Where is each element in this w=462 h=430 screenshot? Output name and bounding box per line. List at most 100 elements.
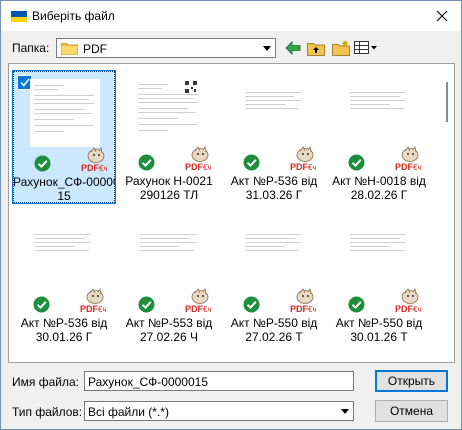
view-menu-button[interactable]: [353, 38, 379, 58]
file-open-dialog: Виберіть файл Папка: PDF PDF €ч Рахунок_…: [0, 0, 462, 430]
close-icon: [436, 10, 448, 22]
back-arrow-icon: [285, 41, 301, 55]
file-name-line-1: Акт №Р-536 від: [20, 316, 108, 330]
document-thumbnail: [134, 220, 204, 288]
new-folder-button[interactable]: [330, 38, 352, 58]
svg-text:PDF: PDF: [80, 304, 99, 314]
svg-text:€ч: €ч: [413, 305, 421, 314]
filename-value: Рахунок_СФ-0000015: [88, 375, 209, 389]
chevron-down-icon: [341, 408, 349, 414]
back-button[interactable]: [283, 38, 303, 58]
file-name-line-1: Рахунок Н-0021: [125, 174, 213, 188]
sync-ok-icon: [33, 296, 50, 313]
sync-ok-icon: [243, 154, 260, 171]
window-title: Виберіть файл: [32, 9, 115, 23]
pdf-file-icon: PDF €ч: [80, 288, 106, 314]
file-name-label: Акт №Р-550 від 27.02.26 Т: [222, 316, 326, 344]
file-name-label: Рахунок Н-0021 290126 ТЛ: [117, 174, 221, 202]
file-name-line-1: Акт №Р-550 від: [335, 316, 423, 330]
file-name-label: Акт №Н-0018 від 28.02.26 Г: [327, 174, 431, 202]
ukraine-flag-icon: [11, 11, 27, 22]
file-name-line-2: 290126 ТЛ: [139, 188, 199, 202]
file-item[interactable]: PDF €ч Акт №Р-553 від 27.02.26 Ч: [117, 212, 221, 346]
file-item[interactable]: PDF €ч Акт №Н-0018 від 28.02.26 Г: [327, 70, 431, 204]
filetype-dropdown-button[interactable]: [337, 402, 353, 420]
file-name-line-1: Акт №Н-0018 від: [332, 174, 426, 188]
pdf-file-icon: PDF €ч: [185, 146, 211, 172]
file-name-line-2: 27.02.26 Ч: [139, 330, 199, 344]
file-name-label: Рахунок_СФ-00000 15: [13, 175, 115, 203]
svg-text:PDF: PDF: [81, 163, 100, 173]
file-name-line-2: 30.01.26 Т: [350, 330, 408, 344]
file-item[interactable]: PDF €ч Акт №Р-550 від 27.02.26 Т: [222, 212, 326, 346]
file-name-line-2: 31.03.26 Г: [245, 188, 303, 202]
filetype-label: Тип файлов:: [12, 405, 83, 419]
pdf-file-icon: PDF €ч: [290, 146, 316, 172]
open-button[interactable]: Открыть: [375, 370, 448, 392]
folder-combobox[interactable]: PDF: [56, 38, 276, 58]
sync-ok-icon: [138, 296, 155, 313]
pdf-file-icon: PDF €ч: [185, 288, 211, 314]
svg-text:PDF: PDF: [395, 162, 414, 172]
file-item[interactable]: PDF €ч Рахунок Н-0021 290126 ТЛ: [117, 70, 221, 204]
qr-code-icon: [184, 80, 198, 94]
file-name-label: Акт №Р-536 від 30.01.26 Г: [12, 316, 116, 344]
file-item[interactable]: PDF €ч Акт №Р-536 від 30.01.26 Г: [12, 212, 116, 346]
file-name-line-1: Рахунок_СФ-00000: [13, 175, 115, 189]
pdf-file-icon: PDF €ч: [290, 288, 316, 314]
document-thumbnail: [30, 79, 100, 147]
file-name-label: Акт №Р-536 від 31.03.26 Г: [222, 174, 326, 202]
document-thumbnail: [344, 78, 414, 146]
document-thumbnail: [29, 220, 99, 288]
view-menu-icon: [354, 41, 377, 54]
filetype-value: Всі файли (*.*): [88, 405, 169, 419]
file-item[interactable]: PDF €ч Акт №Р-550 від 30.01.26 Т: [327, 212, 431, 346]
document-thumbnail: [344, 220, 414, 288]
pdf-file-icon: PDF €ч: [395, 146, 421, 172]
file-name-line-1: Акт №Р-550 від: [230, 316, 318, 330]
document-thumbnail: [239, 78, 309, 146]
file-list-view[interactable]: PDF €ч Рахунок_СФ-00000 15 PDF €ч Рахунок Н-00…: [8, 63, 455, 363]
file-name-line-2: 15: [57, 189, 71, 203]
filename-label: Имя файла:: [12, 375, 79, 389]
svg-text:PDF: PDF: [290, 304, 309, 314]
chevron-down-icon: [263, 45, 271, 51]
svg-text:PDF: PDF: [395, 304, 414, 314]
scrollbar-thumb[interactable]: [446, 82, 448, 122]
folder-dropdown-button[interactable]: [259, 39, 275, 57]
svg-text:€ч: €ч: [98, 305, 106, 314]
file-name-label: Акт №Р-550 від 30.01.26 Т: [327, 316, 431, 344]
document-thumbnail: [134, 78, 204, 146]
svg-text:€ч: €ч: [99, 164, 107, 173]
sync-ok-icon: [243, 296, 260, 313]
folder-label: Папка:: [12, 41, 50, 55]
vertical-scrollbar[interactable]: [440, 64, 454, 362]
title-bar[interactable]: Виберіть файл: [1, 1, 461, 31]
svg-text:PDF: PDF: [185, 162, 204, 172]
svg-text:PDF: PDF: [185, 304, 204, 314]
file-item[interactable]: PDF €ч Рахунок_СФ-00000 15: [12, 70, 116, 204]
cancel-button[interactable]: Отмена: [375, 400, 448, 422]
file-name-line-1: Акт №Р-536 від: [230, 174, 318, 188]
file-name-line-2: 28.02.26 Г: [350, 188, 408, 202]
sync-ok-icon: [34, 155, 51, 172]
file-item[interactable]: PDF €ч Акт №Р-536 від 31.03.26 Г: [222, 70, 326, 204]
up-folder-button[interactable]: [305, 38, 327, 58]
svg-text:PDF: PDF: [290, 162, 309, 172]
folder-icon: [61, 43, 78, 55]
sync-ok-icon: [348, 154, 365, 171]
svg-text:€ч: €ч: [203, 163, 211, 172]
pdf-file-icon: PDF €ч: [395, 288, 421, 314]
svg-text:€ч: €ч: [308, 305, 316, 314]
svg-text:€ч: €ч: [413, 163, 421, 172]
folder-value: PDF: [83, 42, 107, 56]
filetype-combobox[interactable]: Всі файли (*.*): [84, 401, 354, 421]
pdf-file-icon: PDF €ч: [81, 147, 107, 173]
filename-input[interactable]: Рахунок_СФ-0000015: [84, 371, 354, 391]
file-name-label: Акт №Р-553 від 27.02.26 Ч: [117, 316, 221, 344]
close-button[interactable]: [427, 3, 457, 29]
svg-text:€ч: €ч: [308, 163, 316, 172]
file-name-line-1: Акт №Р-553 від: [125, 316, 213, 330]
folder-up-icon: [307, 42, 325, 56]
checkmark-icon: [19, 78, 30, 87]
